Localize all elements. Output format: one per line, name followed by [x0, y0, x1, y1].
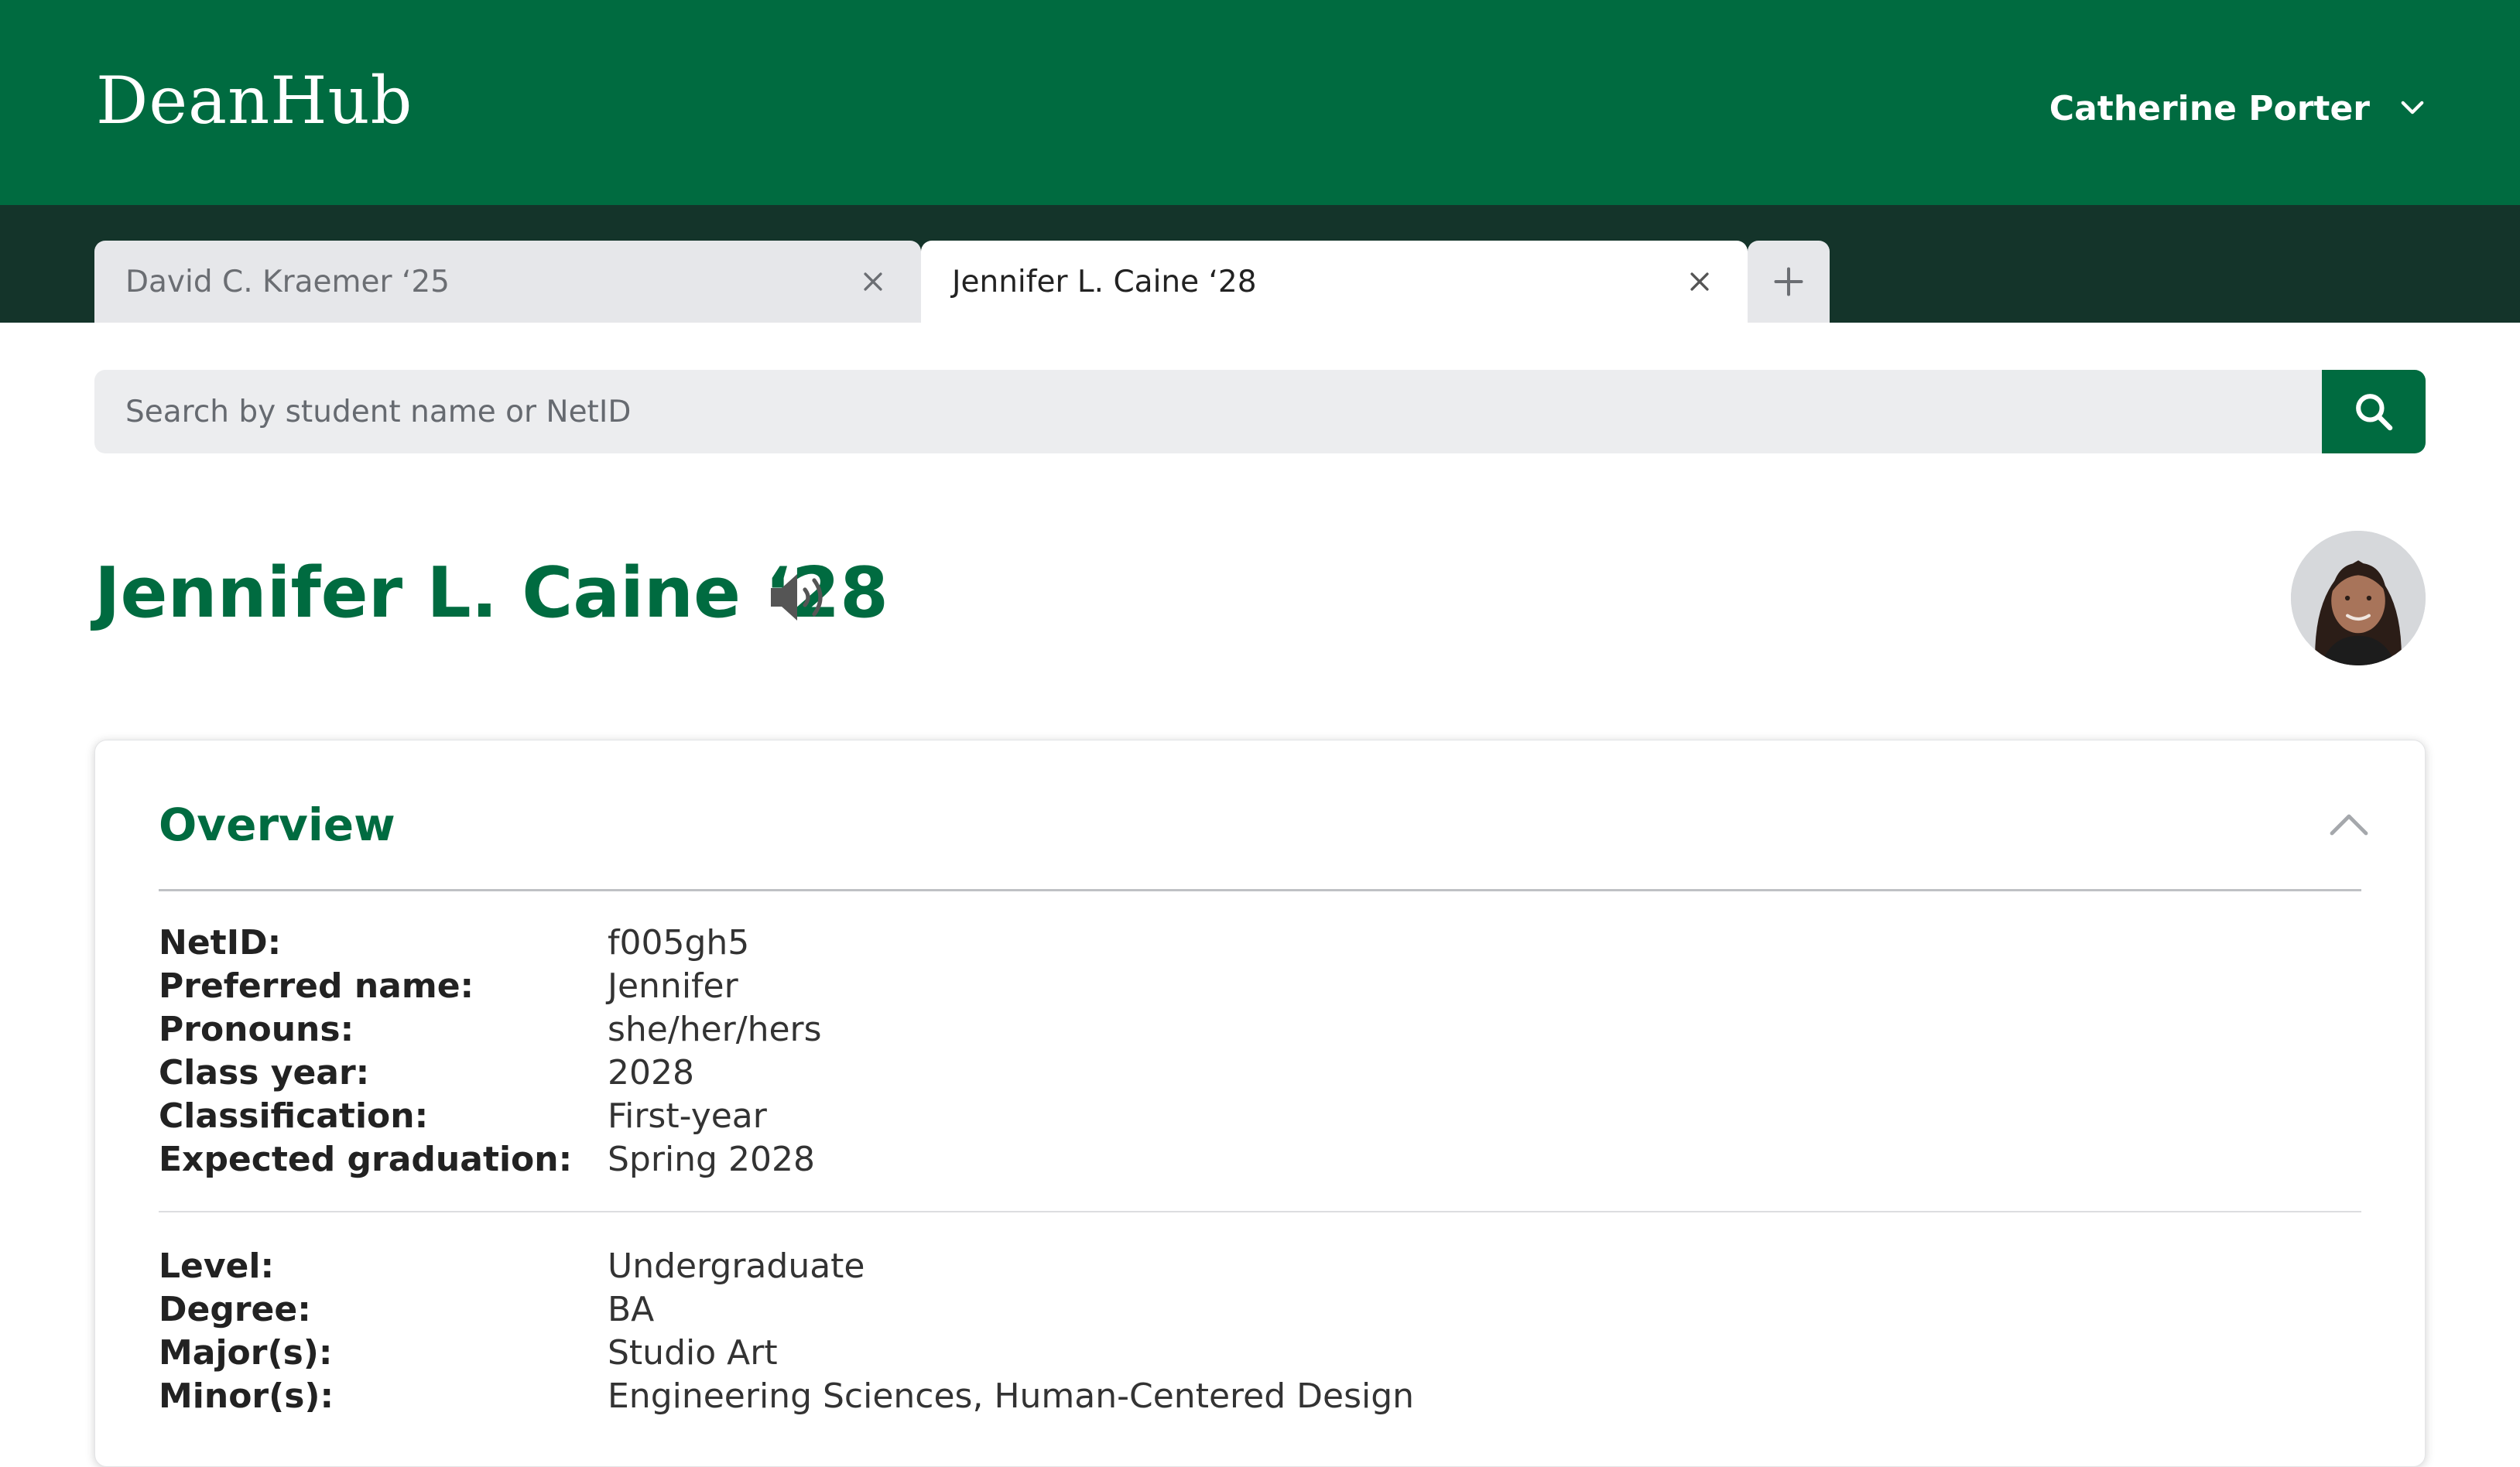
field-label: Degree:: [159, 1290, 311, 1329]
field-value: Spring 2028: [608, 1140, 815, 1179]
field-majors: Major(s): Studio Art: [159, 1332, 1414, 1375]
tab-jennifer-caine[interactable]: Jennifer L. Caine ‘28: [921, 241, 1748, 323]
user-name: Catherine Porter: [2049, 89, 2370, 128]
field-value: Undergraduate: [608, 1246, 865, 1286]
field-preferred-name: Preferred name: Jennifer: [159, 965, 822, 1008]
close-icon[interactable]: [1683, 265, 1717, 299]
field-minors: Minor(s): Engineering Sciences, Human-Ce…: [159, 1375, 1414, 1418]
field-label: Class year:: [159, 1053, 370, 1093]
field-label: Pronouns:: [159, 1010, 354, 1049]
chevron-up-icon[interactable]: [2327, 809, 2371, 840]
field-label: Classification:: [159, 1096, 429, 1136]
field-pronouns: Pronouns: she/her/hers: [159, 1008, 822, 1052]
student-search: [94, 370, 2426, 453]
divider: [159, 1211, 2361, 1212]
speaker-icon[interactable]: [768, 569, 831, 625]
divider: [159, 889, 2361, 891]
field-classification: Classification: First-year: [159, 1095, 822, 1138]
field-label: Preferred name:: [159, 966, 474, 1006]
field-label: Expected graduation:: [159, 1140, 573, 1179]
overview-title: Overview: [159, 798, 395, 851]
field-value: BA: [608, 1290, 655, 1329]
field-value: f005gh5: [608, 923, 750, 963]
field-class-year: Class year: 2028: [159, 1052, 822, 1095]
app-logo[interactable]: DeanHub: [96, 68, 413, 133]
chevron-down-icon: [2396, 91, 2429, 127]
field-label: Minor(s):: [159, 1376, 334, 1416]
plus-icon: [1774, 267, 1803, 296]
tab-label: David C. Kraemer ‘25: [125, 264, 450, 299]
field-value: 2028: [608, 1053, 694, 1093]
field-value: Engineering Sciences, Human-Centered Des…: [608, 1376, 1415, 1416]
app-header: DeanHub Catherine Porter: [0, 0, 2520, 205]
close-icon[interactable]: [856, 265, 890, 299]
field-label: NetID:: [159, 923, 282, 963]
field-level: Level: Undergraduate: [159, 1245, 1414, 1288]
field-netid: NetID: f005gh5: [159, 922, 822, 965]
field-label: Major(s):: [159, 1333, 333, 1373]
user-menu[interactable]: Catherine Porter: [2049, 91, 2429, 127]
field-degree: Degree: BA: [159, 1288, 1414, 1332]
overview-academic-fields: Level: Undergraduate Degree: BA Major(s)…: [159, 1245, 1414, 1418]
field-value: she/her/hers: [608, 1010, 822, 1049]
field-value: First-year: [608, 1096, 767, 1136]
student-tab-strip: David C. Kraemer ‘25 Jennifer L. Caine ‘…: [0, 205, 2520, 323]
field-value: Jennifer: [608, 966, 738, 1006]
search-icon: [2356, 394, 2393, 431]
avatar: [2291, 531, 2426, 665]
field-expected-graduation: Expected graduation: Spring 2028: [159, 1138, 822, 1181]
add-tab-button[interactable]: [1748, 241, 1830, 323]
search-button[interactable]: [2322, 370, 2426, 453]
overview-identity-fields: NetID: f005gh5 Preferred name: Jennifer …: [159, 922, 822, 1181]
tab-label: Jennifer L. Caine ‘28: [952, 264, 1257, 299]
tab-david-kraemer[interactable]: David C. Kraemer ‘25: [94, 241, 921, 323]
search-input[interactable]: [94, 370, 2322, 453]
overview-card: Overview NetID: f005gh5 Preferred name: …: [94, 740, 2426, 1467]
field-label: Level:: [159, 1246, 275, 1286]
field-value: Studio Art: [608, 1333, 778, 1373]
